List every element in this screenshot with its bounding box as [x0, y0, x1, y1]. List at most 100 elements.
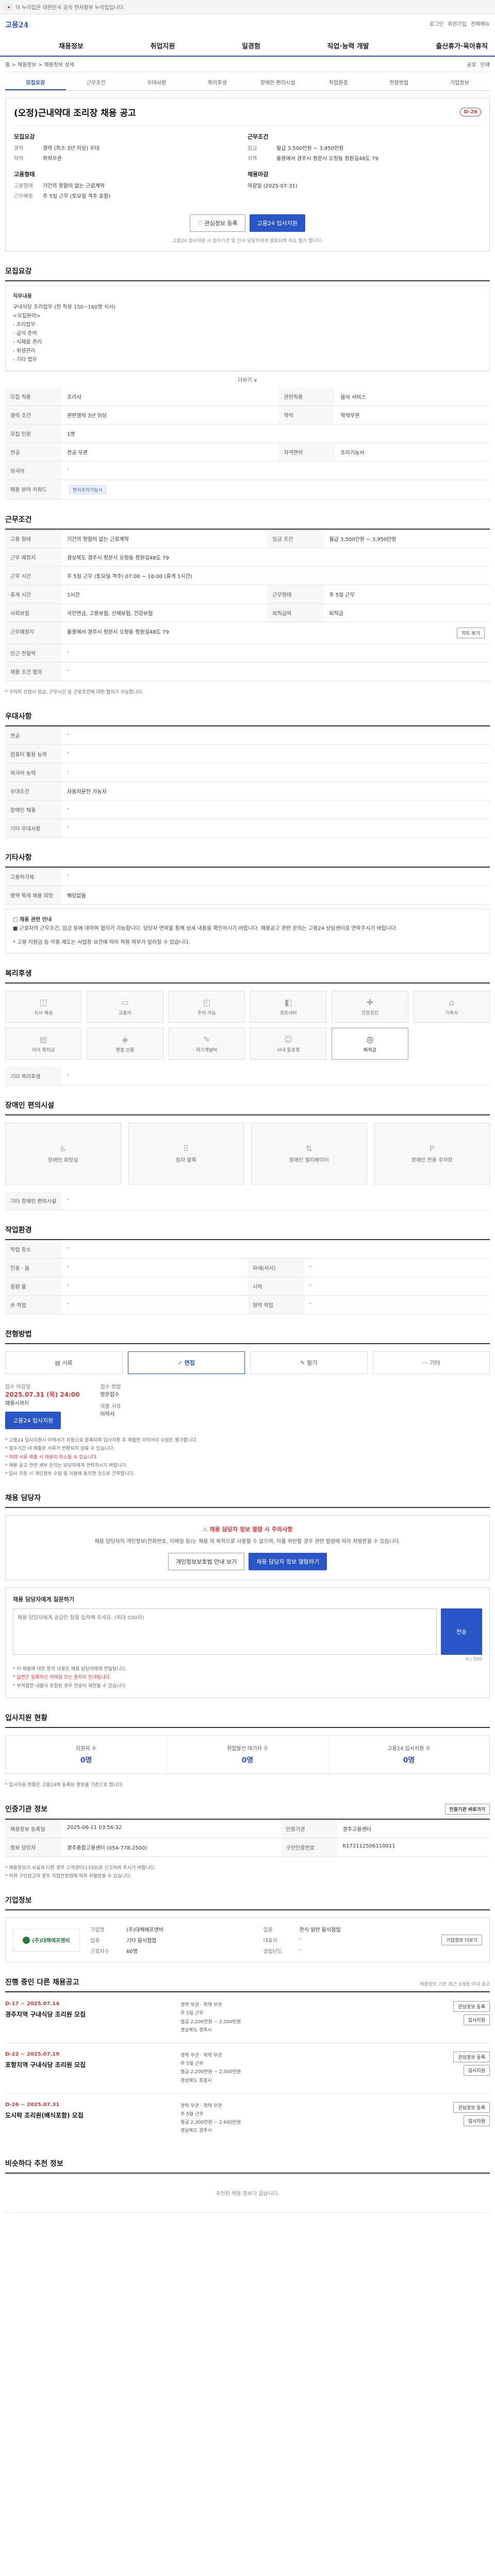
etc-title: 기타사항: [5, 852, 490, 868]
row-value: -: [304, 1277, 490, 1296]
doc-key: 제출 서류: [100, 1404, 121, 1410]
job-apply-button[interactable]: 입사지원: [463, 2065, 490, 2076]
nav-skills[interactable]: 직업·능력 개발: [325, 41, 371, 50]
welfare-item: ✎ 자기계발비: [168, 1028, 245, 1060]
elevator-icon: ⇅: [305, 1144, 312, 1154]
summary-key: 고용형태: [14, 183, 33, 189]
row-value: 음식 서비스: [335, 387, 490, 406]
recent-title: 비슷하다 추천 정보: [5, 2158, 490, 2174]
apply-button[interactable]: 고용24 입사지원: [249, 214, 305, 232]
row-key: 기타 장애인 편의시설: [5, 1192, 62, 1211]
login-link[interactable]: 로그인: [430, 20, 444, 27]
flag-icon: [5, 4, 12, 10]
tab-welfare[interactable]: 복리후생: [187, 75, 248, 90]
row-key: 채용정보 등록일: [5, 1819, 62, 1838]
company-value: 한식 일반 음식점업: [299, 1927, 341, 1934]
question-send-button[interactable]: 전송: [441, 1608, 482, 1655]
nav-work-experience[interactable]: 일경험: [240, 41, 262, 50]
process-notices: * 고용24 입사지원시 이력서가 자동으로 등록되며 입사지원 후 제출한 이…: [5, 1436, 490, 1478]
job-scrap-button[interactable]: 관심정보 등록: [453, 2001, 490, 2012]
nav-jobs[interactable]: 채용정보: [57, 41, 86, 50]
row-value: 자동차운전 가능자: [62, 782, 490, 801]
share-button[interactable]: 공유: [467, 60, 476, 68]
signup-link[interactable]: 회원가입: [448, 20, 467, 27]
status-label: 지원자 수: [76, 1745, 96, 1752]
job-apply-button[interactable]: 입사지원: [463, 2115, 490, 2126]
tab-work[interactable]: 근무조건: [66, 75, 127, 90]
tab-facility[interactable]: 장애인 편의시설: [248, 75, 308, 90]
company-value: -: [299, 1947, 302, 1953]
privacy-guide-button[interactable]: 개인정보보호법 안내 보기: [168, 1553, 245, 1571]
row-value: -: [304, 1258, 490, 1278]
company-more-button[interactable]: 기업정보 더보기: [441, 1935, 482, 1946]
tab-company[interactable]: 기업정보: [430, 75, 490, 90]
header-links: 로그인 회원가입 전체메뉴: [430, 20, 490, 27]
row-value: -: [62, 763, 490, 783]
job-apply-button[interactable]: 입사지원: [463, 2014, 490, 2026]
job-title-link[interactable]: 경주지역 구내식당 조리원 모집: [5, 2010, 180, 2019]
work-note: * 구직자 신청시 임금, 근무시간 등 근로조건에 대한 협의가 가능합니다.: [5, 690, 143, 695]
welfare-item: ◧ 경조사비: [250, 991, 327, 1023]
company-key: 업종: [263, 1927, 273, 1934]
welfare-table: 기타 복리후생 -: [5, 1067, 490, 1086]
keyword-tag[interactable]: 한식조리기능사: [69, 485, 106, 494]
job-scrap-button[interactable]: 관심정보 등록: [453, 2052, 490, 2062]
process-steps: ▤ 서류 ✓ 면접 ✎ 필기 ⋯ 기타: [5, 1351, 490, 1375]
site-logo[interactable]: 고용24: [5, 20, 28, 30]
table-row: 전공 -: [5, 726, 490, 745]
other-title: 진행 중인 다른 채용공고 채용정보 기준 최근 3개월 이내 공고: [5, 1977, 490, 1993]
list-item[interactable]: D-22 ~ 2025.07.19 포항지역 구내식당 조리원 모집 경력 무관…: [5, 2043, 490, 2093]
nav-employment-support[interactable]: 취업지원: [148, 41, 177, 50]
nav-leave[interactable]: 출산휴가·육아휴직: [434, 41, 490, 50]
row-key: 병역 특례 채용 희망: [5, 886, 62, 905]
tab-pref[interactable]: 우대사항: [126, 75, 187, 90]
process-apply-button[interactable]: 고용24 입사지원: [5, 1412, 61, 1430]
welfare-label: 교통비: [119, 1011, 131, 1016]
list-item[interactable]: D-26 ~ 2025.07.31 도시락 조리원(배식포함) 모집 경력 무관…: [5, 2093, 490, 2144]
table-row: 손 작업 - 청력 작업 -: [5, 1295, 490, 1315]
row-key: 청력 작업: [248, 1295, 304, 1315]
question-input[interactable]: [13, 1608, 437, 1655]
welfare-label: 사내 동호회: [277, 1048, 300, 1054]
table-row: 경력 조건 관련경력 3년 이상 학력 학력무관: [5, 405, 490, 425]
row-value: 국민연금, 고용보험, 산재보험, 건강보험: [62, 603, 268, 622]
status-value: 0명: [241, 1756, 254, 1765]
job-title-link[interactable]: 포항지역 구내식당 조리원 모집: [5, 2060, 180, 2069]
table-row: 인근 전철역 -: [5, 643, 490, 663]
view-contact-button[interactable]: 채용 담당자 정보 열람하기: [249, 1553, 327, 1571]
facility-item: P 장애인 전용 주차장: [374, 1123, 490, 1185]
row-value: 경상북도 경주시 정문시 오정동 정원길48도 79: [62, 548, 490, 567]
print-button[interactable]: 인쇄: [481, 60, 490, 68]
table-row: 근무 예정지 경상북도 경주시 정문시 오정동 정원길48도 79: [5, 548, 490, 567]
recruit-title: 모집요강: [5, 266, 490, 281]
table-row: 모집 인원 1명: [5, 424, 490, 443]
row-key: 휴게 시간: [5, 585, 62, 604]
all-menu-link[interactable]: 전체메뉴: [471, 20, 490, 27]
job-date: D-22 ~ 2025.07.19: [5, 2052, 60, 2057]
scrap-button[interactable]: ♡ 관심정보 등록: [190, 214, 245, 232]
status-value: 0명: [80, 1756, 92, 1765]
status-item: 취업알선 대기자 수 0명: [167, 1735, 328, 1773]
job-info: 경상북도 포항시: [180, 2078, 212, 2083]
job-title-link[interactable]: 도시락 조리원(배식포함) 모집: [5, 2111, 180, 2120]
more-toggle[interactable]: 더보기 ∨: [5, 371, 490, 387]
site-header: 고용24 로그인 회원가입 전체메뉴 채용정보 취업지원 일경험 직업·능력 개…: [0, 14, 495, 57]
check-icon: ✓: [177, 1359, 185, 1366]
tab-recruit[interactable]: 모집요강: [5, 75, 66, 90]
summary-left: 모집요강 경력 경력 (최소 3년 이상) 우대 학력 학력무관 고용형태 고용형태…: [14, 132, 248, 202]
tab-env[interactable]: 작업환경: [308, 75, 369, 90]
manage-link-button[interactable]: 인증기관 바로가기: [444, 1803, 490, 1815]
row-key: 근무 시간: [5, 566, 62, 585]
welfare-label: 기숙사: [445, 1011, 458, 1016]
tab-process[interactable]: 전형방법: [369, 75, 430, 90]
row-value: -: [62, 868, 490, 887]
map-button[interactable]: 지도 보기: [457, 628, 485, 638]
row-value: -: [62, 461, 490, 480]
row-key: 고용허가제: [5, 868, 62, 887]
job-scrap-button[interactable]: 관심정보 등록: [453, 2102, 490, 2113]
gift-icon: ◧: [284, 997, 292, 1008]
row-key: 인근 전철역: [5, 643, 62, 663]
list-item[interactable]: D-17 ~ 2025.07.14 경주지역 구내식당 조리원 모집 경력 무관…: [5, 1992, 490, 2043]
logo-main: 고용: [5, 21, 19, 29]
period-sub: 채용시까지: [5, 1401, 29, 1407]
